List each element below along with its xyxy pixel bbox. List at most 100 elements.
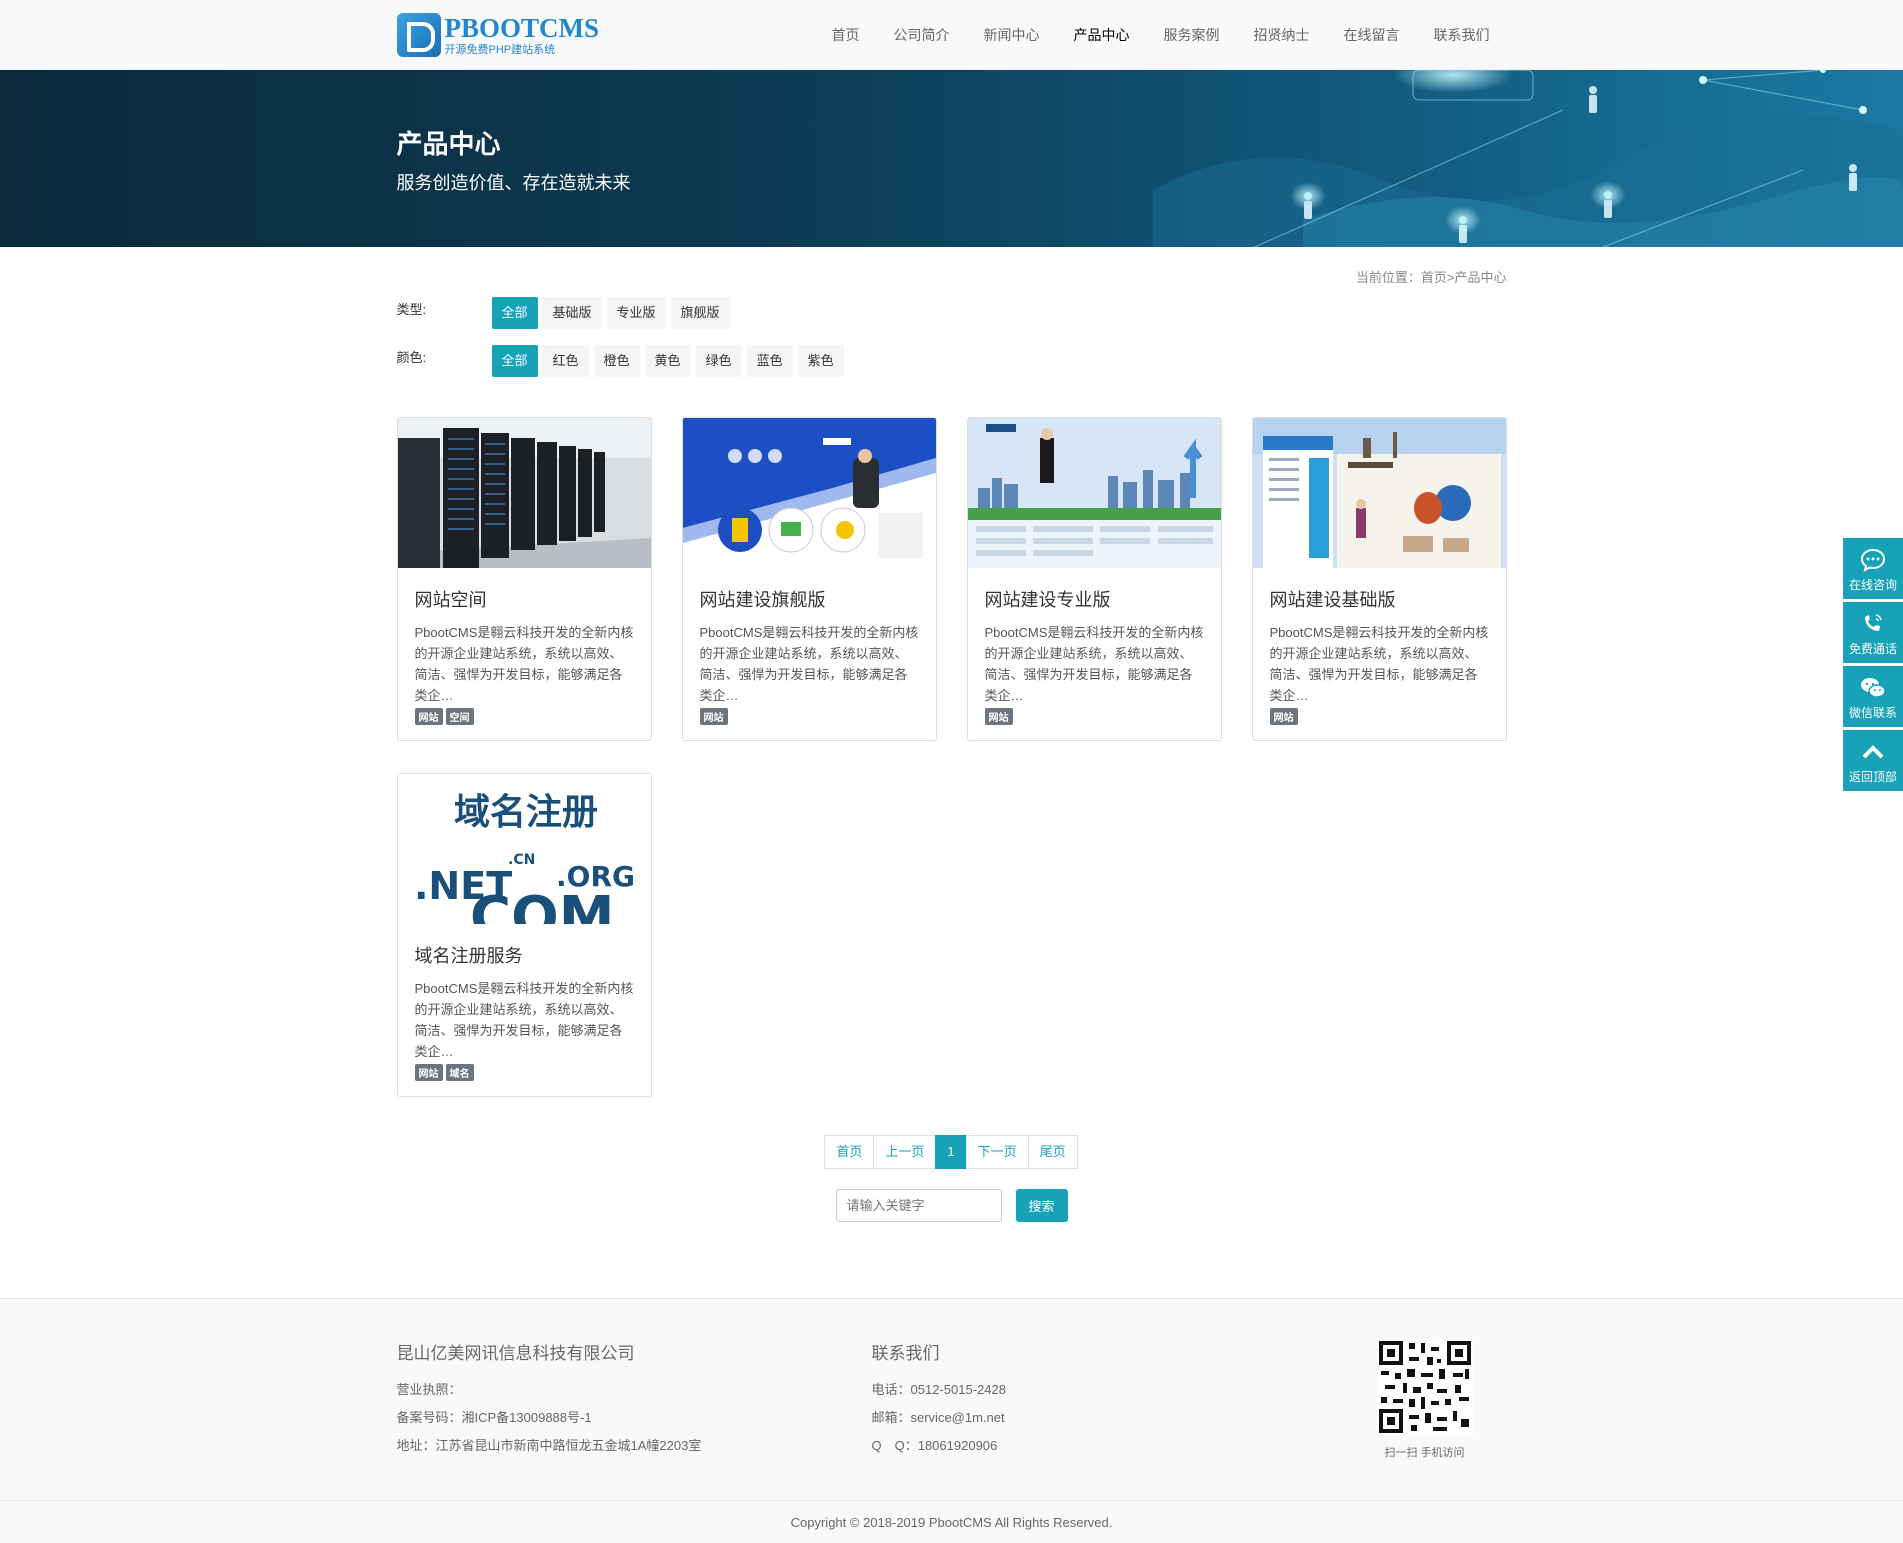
footer-company-name: 昆山亿美网讯信息科技有限公司 [396,1344,635,1363]
footer-icp[interactable]: 备案号码：湘ICP备13009888号-1 [397,1404,872,1432]
product-tag[interactable]: 网站 [414,708,443,725]
color-filter-label: 颜色: [396,350,427,365]
product-title[interactable]: 网站建设专业版 [985,586,1204,612]
type-filter-basic[interactable]: 基础版 [542,297,602,329]
product-card[interactable]: 域名注册 .CN .ORG .NET COM 域名注册服务 PbootCMS是翱… [396,773,652,1097]
product-grid: 网站空间 PbootCMS是翱云科技开发的全新内核的开源企业建站系统，系统以高效… [396,417,1507,1097]
product-tag[interactable]: 网站 [699,708,728,725]
page-first[interactable]: 首页 [824,1135,875,1169]
free-call-button[interactable]: 免费通话 [1843,602,1903,663]
search-button[interactable]: 搜索 [1015,1189,1068,1222]
site-logo[interactable]: PBOOTCMS 开源免费PHP建站系统 [396,13,599,57]
blue-website-image[interactable] [682,418,936,568]
product-card[interactable]: 网站建设基础版 PbootCMS是翱云科技开发的全新内核的开源企业建站系统，系统… [1251,417,1507,741]
product-title[interactable]: 域名注册服务 [415,942,634,968]
nav-about[interactable]: 公司简介 [877,0,967,70]
color-filter: 颜色: 全部 红色 橙色 黄色 绿色 蓝色 紫色 [397,345,1507,377]
side-label-call: 免费通话 [1848,642,1897,656]
back-to-top-button[interactable]: 返回顶部 [1843,730,1903,791]
chat-bubble-icon [1860,548,1886,572]
page-current[interactable]: 1 [935,1135,967,1169]
site-header: PBOOTCMS 开源免费PHP建站系统 首页 公司简介 新闻中心 产品中心 服… [0,0,1903,70]
color-filter-yellow[interactable]: 黄色 [644,345,691,377]
color-filter-orange[interactable]: 橙色 [593,345,640,377]
copyright: Copyright © 2018-2019 PbootCMS All Right… [0,1500,1903,1543]
asaweb-website-image[interactable] [967,418,1221,568]
pagination: 首页 上一页 1 下一页 尾页 [397,1135,1507,1169]
product-title[interactable]: 网站建设基础版 [1270,586,1489,612]
footer-qr-block: 扫一扫 手机访问 [1375,1339,1475,1460]
nav-news[interactable]: 新闻中心 [967,0,1057,70]
footer-address: 地址：江苏省昆山市新南中路恒龙五金城1A幢2203室 [396,1438,702,1453]
wechat-button[interactable]: 微信联系 [1843,666,1903,727]
nav-home[interactable]: 首页 [815,0,877,70]
type-filter-label: 类型: [396,302,427,317]
footer-email: 邮箱：service@1m.net [871,1410,1005,1425]
qr-caption: 扫一扫 手机访问 [1384,1447,1465,1459]
product-tag[interactable]: 域名 [445,1064,474,1081]
page-title: 产品中心 [396,129,501,159]
product-tag[interactable]: 网站 [984,708,1013,725]
nav-products[interactable]: 产品中心 [1057,0,1147,70]
nav-contact[interactable]: 联系我们 [1417,0,1507,70]
product-description: PbootCMS是翱云科技开发的全新内核的开源企业建站系统，系统以高效、简洁、强… [984,625,1204,703]
side-label-consult: 在线咨询 [1848,578,1897,592]
product-card[interactable]: 网站建设旗舰版 PbootCMS是翱云科技开发的全新内核的开源企业建站系统，系统… [681,417,937,741]
page-last[interactable]: 尾页 [1027,1135,1078,1169]
footer-qq: Q Q：18061920906 [871,1438,998,1453]
product-tag[interactable]: 网站 [414,1064,443,1081]
product-tag[interactable]: 网站 [1269,708,1298,725]
site-footer: 昆山亿美网讯信息科技有限公司 营业执照： 备案号码：湘ICP备13009888号… [0,1298,1903,1500]
search-input[interactable] [835,1189,1002,1222]
color-filter-green[interactable]: 绿色 [695,345,742,377]
breadcrumb-prefix: 当前位置： [1355,270,1421,285]
product-tag[interactable]: 空间 [445,708,474,725]
page-banner: 产品中心 服务创造价值、存在造就未来 [0,70,1903,247]
domain-image-com: COM [470,885,614,924]
type-filter-all[interactable]: 全部 [491,297,538,329]
logo-tagline: 开源免费PHP建站系统 [444,43,556,56]
breadcrumb-home[interactable]: 首页 [1421,270,1447,285]
product-description: PbootCMS是翱云科技开发的全新内核的开源企业建站系统，系统以高效、简洁、强… [414,981,634,1059]
domain-image-heading: 域名注册 [453,792,597,833]
color-filter-purple[interactable]: 紫色 [797,345,844,377]
product-description: PbootCMS是翱云科技开发的全新内核的开源企业建站系统，系统以高效、简洁、强… [699,625,919,703]
side-label-top: 返回顶部 [1848,770,1897,784]
color-filter-red[interactable]: 红色 [542,345,589,377]
phone-icon [1865,614,1882,631]
color-filter-all[interactable]: 全部 [491,345,538,377]
logo-icon [396,13,441,57]
footer-license: 营业执照： [396,1382,462,1397]
page-prev[interactable]: 上一页 [873,1135,937,1169]
online-consult-button[interactable]: 在线咨询 [1843,538,1903,599]
search-form: 搜索 [397,1189,1507,1222]
type-filter-pro[interactable]: 专业版 [606,297,666,329]
type-filter-flagship[interactable]: 旗舰版 [670,297,730,329]
server-room-image[interactable] [397,418,651,568]
product-title[interactable]: 网站建设旗舰版 [700,586,919,612]
chevron-up-icon [1862,745,1884,759]
main-content: 当前位置：首页>产品中心 类型: 全部 基础版 专业版 旗舰版 颜色: 全部 红… [396,247,1507,1222]
tourshop-website-image[interactable] [1252,418,1506,568]
page-next[interactable]: 下一页 [965,1135,1029,1169]
footer-contact-heading: 联系我们 [871,1344,940,1363]
qr-code [1376,1339,1473,1435]
type-filter: 类型: 全部 基础版 专业版 旗舰版 [397,297,1507,329]
footer-phone: 电话：0512-5015-2428 [871,1382,1006,1397]
side-label-wechat: 微信联系 [1848,706,1897,720]
product-card[interactable]: 网站建设专业版 PbootCMS是翱云科技开发的全新内核的开源企业建站系统，系统… [966,417,1222,741]
product-card[interactable]: 网站空间 PbootCMS是翱云科技开发的全新内核的开源企业建站系统，系统以高效… [396,417,652,741]
product-title[interactable]: 网站空间 [415,586,634,612]
main-nav: 首页 公司简介 新闻中心 产品中心 服务案例 招贤纳士 在线留言 联系我们 [815,0,1507,70]
product-description: PbootCMS是翱云科技开发的全新内核的开源企业建站系统，系统以高效、简洁、强… [1269,625,1489,703]
wechat-icon [1861,678,1886,698]
color-filter-blue[interactable]: 蓝色 [746,345,793,377]
domain-register-image[interactable]: 域名注册 .CN .ORG .NET COM [397,774,651,924]
breadcrumb: 当前位置：首页>产品中心 [397,247,1507,289]
page-subtitle: 服务创造价值、存在造就未来 [396,173,631,193]
product-description: PbootCMS是翱云科技开发的全新内核的开源企业建站系统，系统以高效、简洁、强… [414,625,634,703]
breadcrumb-current[interactable]: 产品中心 [1454,270,1506,285]
nav-jobs[interactable]: 招贤纳士 [1237,0,1327,70]
nav-cases[interactable]: 服务案例 [1147,0,1237,70]
nav-message[interactable]: 在线留言 [1327,0,1417,70]
